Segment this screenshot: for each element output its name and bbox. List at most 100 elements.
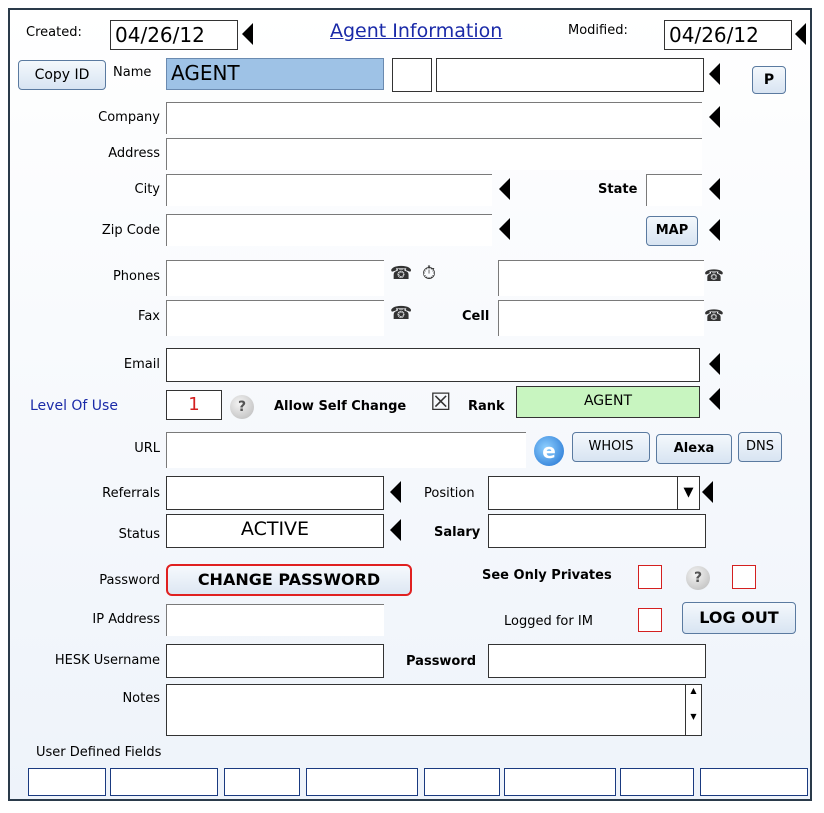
see-only-privates-checkbox[interactable]	[638, 565, 662, 589]
referrals-field[interactable]	[166, 476, 384, 510]
company-arrow-icon[interactable]	[709, 106, 720, 128]
whois-button[interactable]: WHOIS	[572, 432, 650, 462]
phone-icon[interactable]: ☎	[390, 264, 412, 284]
state-arrow-icon[interactable]	[709, 178, 720, 200]
created-arrow-icon[interactable]	[242, 23, 253, 45]
scroll-up-icon[interactable]: ▲	[686, 685, 701, 697]
notes-textarea[interactable]	[166, 684, 686, 736]
rank-arrow-icon[interactable]	[709, 388, 720, 410]
zip-code-field[interactable]	[166, 214, 492, 246]
udf-field-7[interactable]	[620, 768, 694, 796]
address-field[interactable]	[166, 138, 702, 170]
allow-self-change-label: Allow Self Change	[274, 399, 407, 414]
referrals-label: Referrals	[102, 486, 160, 501]
privates-help-icon[interactable]: ?	[686, 566, 710, 590]
udf-field-4[interactable]	[306, 768, 418, 796]
fax-phone-icon[interactable]: ☎	[390, 304, 412, 324]
udf-field-3[interactable]	[224, 768, 300, 796]
company-label: Company	[98, 110, 160, 125]
ip-address-field[interactable]	[166, 604, 384, 636]
created-date-field[interactable]: 04/26/12	[110, 20, 238, 50]
fax-label: Fax	[138, 309, 160, 324]
phone-2-field[interactable]	[498, 260, 704, 296]
see-only-privates-label: See Only Privates	[482, 568, 612, 583]
udf-field-8[interactable]	[700, 768, 808, 796]
cell-field[interactable]	[498, 300, 704, 336]
created-label: Created:	[26, 25, 82, 40]
state-field[interactable]	[646, 174, 702, 206]
map-arrow-icon[interactable]	[709, 219, 720, 241]
level-of-use-field[interactable]: 1	[166, 390, 222, 420]
status-field[interactable]: ACTIVE	[166, 514, 384, 548]
url-label: URL	[134, 441, 160, 456]
phones-label: Phones	[112, 269, 160, 284]
scroll-down-icon[interactable]: ▼	[686, 711, 701, 723]
city-label: City	[134, 182, 160, 197]
level-help-icon[interactable]: ?	[230, 395, 254, 419]
rank-label: Rank	[468, 399, 505, 414]
position-select[interactable]	[488, 476, 678, 510]
hesk-password-field[interactable]	[488, 644, 706, 678]
user-defined-fields-label: User Defined Fields	[36, 745, 162, 760]
email-field[interactable]	[166, 348, 700, 382]
last-name-field[interactable]	[436, 58, 704, 92]
page-title[interactable]: Agent Information	[330, 22, 502, 41]
zip-arrow-icon[interactable]	[499, 218, 510, 240]
email-arrow-icon[interactable]	[709, 353, 720, 375]
salary-field[interactable]	[488, 514, 706, 548]
alexa-button[interactable]: Alexa	[656, 434, 732, 464]
first-name-field[interactable]: AGENT	[166, 58, 384, 90]
allow-self-change-checkbox[interactable]: ☒	[430, 390, 454, 414]
browser-icon[interactable]: e	[534, 436, 564, 466]
rank-field[interactable]: AGENT	[516, 386, 700, 418]
hesk-username-field[interactable]	[166, 644, 384, 678]
level-of-use-label: Level Of Use	[30, 398, 118, 414]
map-button[interactable]: MAP	[646, 216, 698, 246]
change-password-button[interactable]: CHANGE PASSWORD	[166, 564, 412, 596]
ip-address-label: IP Address	[92, 612, 160, 627]
phone-field[interactable]	[166, 260, 384, 296]
privates-extra-checkbox[interactable]	[732, 565, 756, 589]
status-arrow-icon[interactable]	[390, 519, 401, 541]
copy-id-button[interactable]: Copy ID	[18, 60, 106, 90]
udf-field-2[interactable]	[110, 768, 218, 796]
status-label: Status	[118, 527, 160, 542]
p-button[interactable]: P	[752, 66, 786, 94]
city-field[interactable]	[166, 174, 492, 206]
hesk-username-label: HESK Username	[54, 653, 160, 668]
notes-scrollbar[interactable]: ▲ ▼	[686, 684, 702, 736]
modified-label: Modified:	[568, 23, 628, 38]
dns-button[interactable]: DNS	[738, 432, 782, 462]
hesk-password-label: Password	[406, 654, 477, 669]
city-arrow-icon[interactable]	[499, 178, 510, 200]
last-name-arrow-icon[interactable]	[709, 63, 720, 85]
udf-field-6[interactable]	[504, 768, 616, 796]
fax-field[interactable]	[166, 300, 384, 336]
cell-label: Cell	[462, 309, 490, 324]
logged-for-im-checkbox[interactable]	[638, 608, 662, 632]
middle-initial-field[interactable]	[392, 58, 432, 92]
referrals-arrow-icon[interactable]	[390, 481, 401, 503]
company-field[interactable]	[166, 102, 702, 134]
name-label: Name	[113, 65, 152, 80]
logged-for-im-label: Logged for IM	[504, 614, 593, 629]
password-label: Password	[99, 573, 160, 588]
udf-field-1[interactable]	[28, 768, 106, 796]
position-dropdown-icon[interactable]: ▼	[678, 476, 700, 510]
url-field[interactable]	[166, 432, 526, 468]
phone-2-icon[interactable]: ☎	[704, 266, 724, 286]
email-label: Email	[123, 357, 160, 372]
zip-code-label: Zip Code	[101, 223, 160, 238]
modified-date-field[interactable]: 04/26/12	[664, 20, 792, 50]
position-label: Position	[424, 486, 475, 501]
cell-phone-icon[interactable]: ☎	[704, 306, 724, 326]
log-out-button[interactable]: LOG OUT	[682, 602, 796, 634]
agent-information-panel: Created: 04/26/12 Agent Information Modi…	[8, 8, 812, 801]
modified-arrow-icon[interactable]	[795, 23, 806, 45]
notes-label: Notes	[122, 691, 160, 706]
position-arrow-icon[interactable]	[702, 481, 713, 503]
udf-field-5[interactable]	[424, 768, 500, 796]
address-label: Address	[108, 146, 160, 161]
salary-label: Salary	[434, 525, 481, 540]
timer-icon[interactable]: ⏱	[422, 264, 436, 284]
